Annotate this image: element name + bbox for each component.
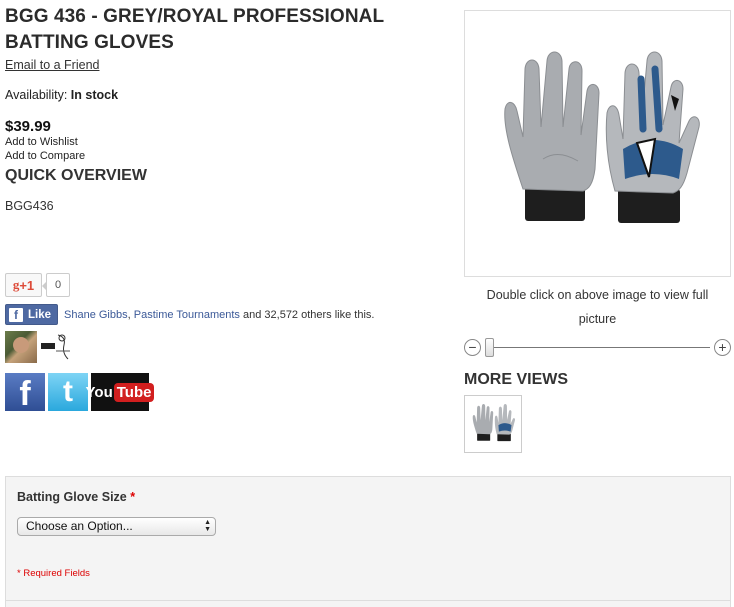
zoom-control: − + (464, 337, 731, 357)
size-label-text: Batting Glove Size (17, 490, 127, 504)
facebook-friend-link[interactable]: Shane Gibbs (64, 309, 128, 321)
facebook-separator: , (127, 308, 131, 321)
pastime-logo-icon (41, 334, 70, 360)
product-title: BGG 436 - GREY/ROYAL PROFESSIONAL BATTIN… (5, 6, 384, 53)
main-product-image[interactable] (464, 10, 731, 277)
facebook-like-text: Shane Gibbs, Pastime Tournaments and 32,… (64, 309, 374, 321)
add-to-compare-link[interactable]: Add to Compare (5, 149, 445, 163)
batting-gloves-image (503, 51, 700, 223)
select-value: Choose an Option... (26, 519, 133, 533)
product-sku: BGG436 (5, 199, 54, 213)
batting-glove-size-label: Batting Glove Size * (17, 490, 135, 504)
zoom-hint: Double click on above image to view full… (486, 288, 709, 326)
product-options: Batting Glove Size * Choose an Option...… (5, 476, 731, 607)
google-plus-label: +1 (19, 277, 35, 293)
facebook-icon: f (9, 307, 23, 322)
email-to-friend-link[interactable]: Email to a Friend (5, 58, 99, 72)
select-arrows-icon: ▲ ▼ (204, 519, 211, 533)
product-thumbnail[interactable] (464, 395, 522, 453)
facebook-like-widget: f Like Shane Gibbs, Pastime Tournaments … (5, 304, 374, 325)
zoom-handle[interactable] (485, 337, 494, 357)
zoom-slider[interactable] (485, 337, 710, 357)
google-plus-widget: g +1 0 (5, 273, 70, 297)
facebook-icon[interactable]: f (5, 373, 45, 411)
avatar[interactable] (40, 331, 72, 363)
batting-glove-size-select[interactable]: Choose an Option... ▲ ▼ (17, 517, 216, 536)
youtube-you-text: You (85, 383, 113, 401)
thumbnail-gloves-image (472, 404, 516, 442)
zoom-out-button[interactable]: − (464, 338, 481, 356)
youtube-icon[interactable]: You Tube (86, 373, 155, 411)
avatar[interactable] (5, 331, 37, 363)
google-plus-button[interactable]: g +1 (5, 273, 42, 297)
quick-overview-heading: QUICK OVERVIEW (5, 167, 147, 184)
facebook-friend-avatars (5, 331, 72, 363)
divider (6, 600, 730, 601)
availability: Availability: In stock (5, 88, 445, 102)
youtube-tube-text: Tube (113, 382, 155, 402)
product-gallery: Double click on above image to view full… (464, 10, 731, 453)
required-star: * (130, 490, 136, 504)
facebook-like-label: Like (28, 308, 52, 321)
product-info: BGG 436 - GREY/ROYAL PROFESSIONAL BATTIN… (5, 4, 445, 411)
product-price: $39.99 (5, 118, 51, 135)
twitter-icon[interactable]: t (48, 373, 88, 411)
add-to-wishlist-link[interactable]: Add to Wishlist (5, 135, 445, 149)
availability-label: Availability: (5, 88, 68, 102)
social-links: f t You Tube (5, 373, 155, 411)
availability-value: In stock (70, 88, 119, 102)
zoom-in-button[interactable]: + (714, 338, 731, 356)
google-plus-count: 0 (42, 273, 70, 297)
required-fields-note: * Required Fields (17, 568, 90, 579)
more-views-heading: MORE VIEWS (464, 371, 569, 388)
facebook-others-text: and 32,572 others like this. (243, 308, 375, 321)
facebook-friend-link[interactable]: Pastime Tournaments (134, 309, 240, 321)
facebook-like-button[interactable]: f Like (5, 304, 59, 325)
